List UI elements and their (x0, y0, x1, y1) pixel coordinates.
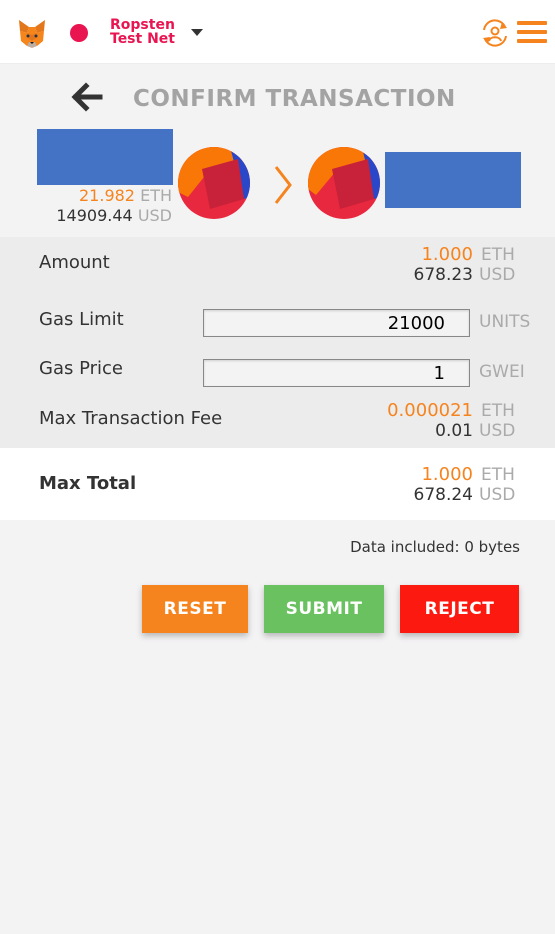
data-included-text: Data included: 0 bytes (350, 538, 520, 556)
max-fee-eth: 0.000021 (387, 400, 473, 421)
gas-limit-unit: UNITS (479, 312, 531, 332)
reset-button[interactable]: RESET (142, 585, 248, 633)
amount-eth: 1.000 (421, 244, 473, 265)
amount-eth-unit: ETH (481, 245, 515, 265)
reject-button[interactable]: REJECT (400, 585, 519, 633)
page-title: CONFIRM TRANSACTION (133, 86, 456, 112)
max-total-eth-unit: ETH (481, 465, 515, 485)
chevron-right-icon (274, 166, 292, 204)
metamask-fox-icon[interactable] (16, 17, 48, 49)
max-fee-eth-unit: ETH (481, 401, 515, 421)
to-account-redacted (385, 152, 521, 208)
amount-label: Amount (39, 252, 110, 273)
gas-price-input[interactable] (203, 359, 470, 387)
max-fee-usd-unit: USD (479, 421, 516, 441)
network-name[interactable]: Ropsten Test Net (110, 18, 190, 46)
max-fee-label: Max Transaction Fee (39, 408, 223, 429)
amount-usd: 678.23 (413, 265, 473, 285)
gas-limit-input[interactable] (203, 309, 470, 337)
from-balance-eth: 21.982 ETH (79, 186, 172, 205)
back-arrow-icon[interactable] (70, 82, 104, 112)
max-total-label: Max Total (39, 473, 137, 494)
account-switch-icon[interactable] (480, 18, 510, 48)
gas-price-unit: GWEI (479, 362, 525, 382)
network-dot-icon[interactable] (70, 24, 88, 42)
gas-limit-label: Gas Limit (39, 309, 124, 330)
gas-price-label: Gas Price (39, 358, 123, 379)
app-header: Ropsten Test Net (0, 0, 555, 64)
to-identicon (308, 147, 380, 219)
menu-icon[interactable] (517, 21, 547, 45)
submit-button[interactable]: SUBMIT (264, 585, 384, 633)
caret-down-icon[interactable] (191, 29, 203, 36)
max-total-usd: 678.24 (413, 485, 473, 505)
max-total-usd-unit: USD (479, 485, 516, 505)
from-identicon (178, 147, 250, 219)
max-total-eth: 1.000 (421, 464, 473, 485)
max-fee-usd: 0.01 (435, 421, 473, 441)
from-account-redacted (37, 129, 173, 185)
from-balance-usd: 14909.44 USD (56, 206, 172, 225)
amount-usd-unit: USD (479, 265, 516, 285)
